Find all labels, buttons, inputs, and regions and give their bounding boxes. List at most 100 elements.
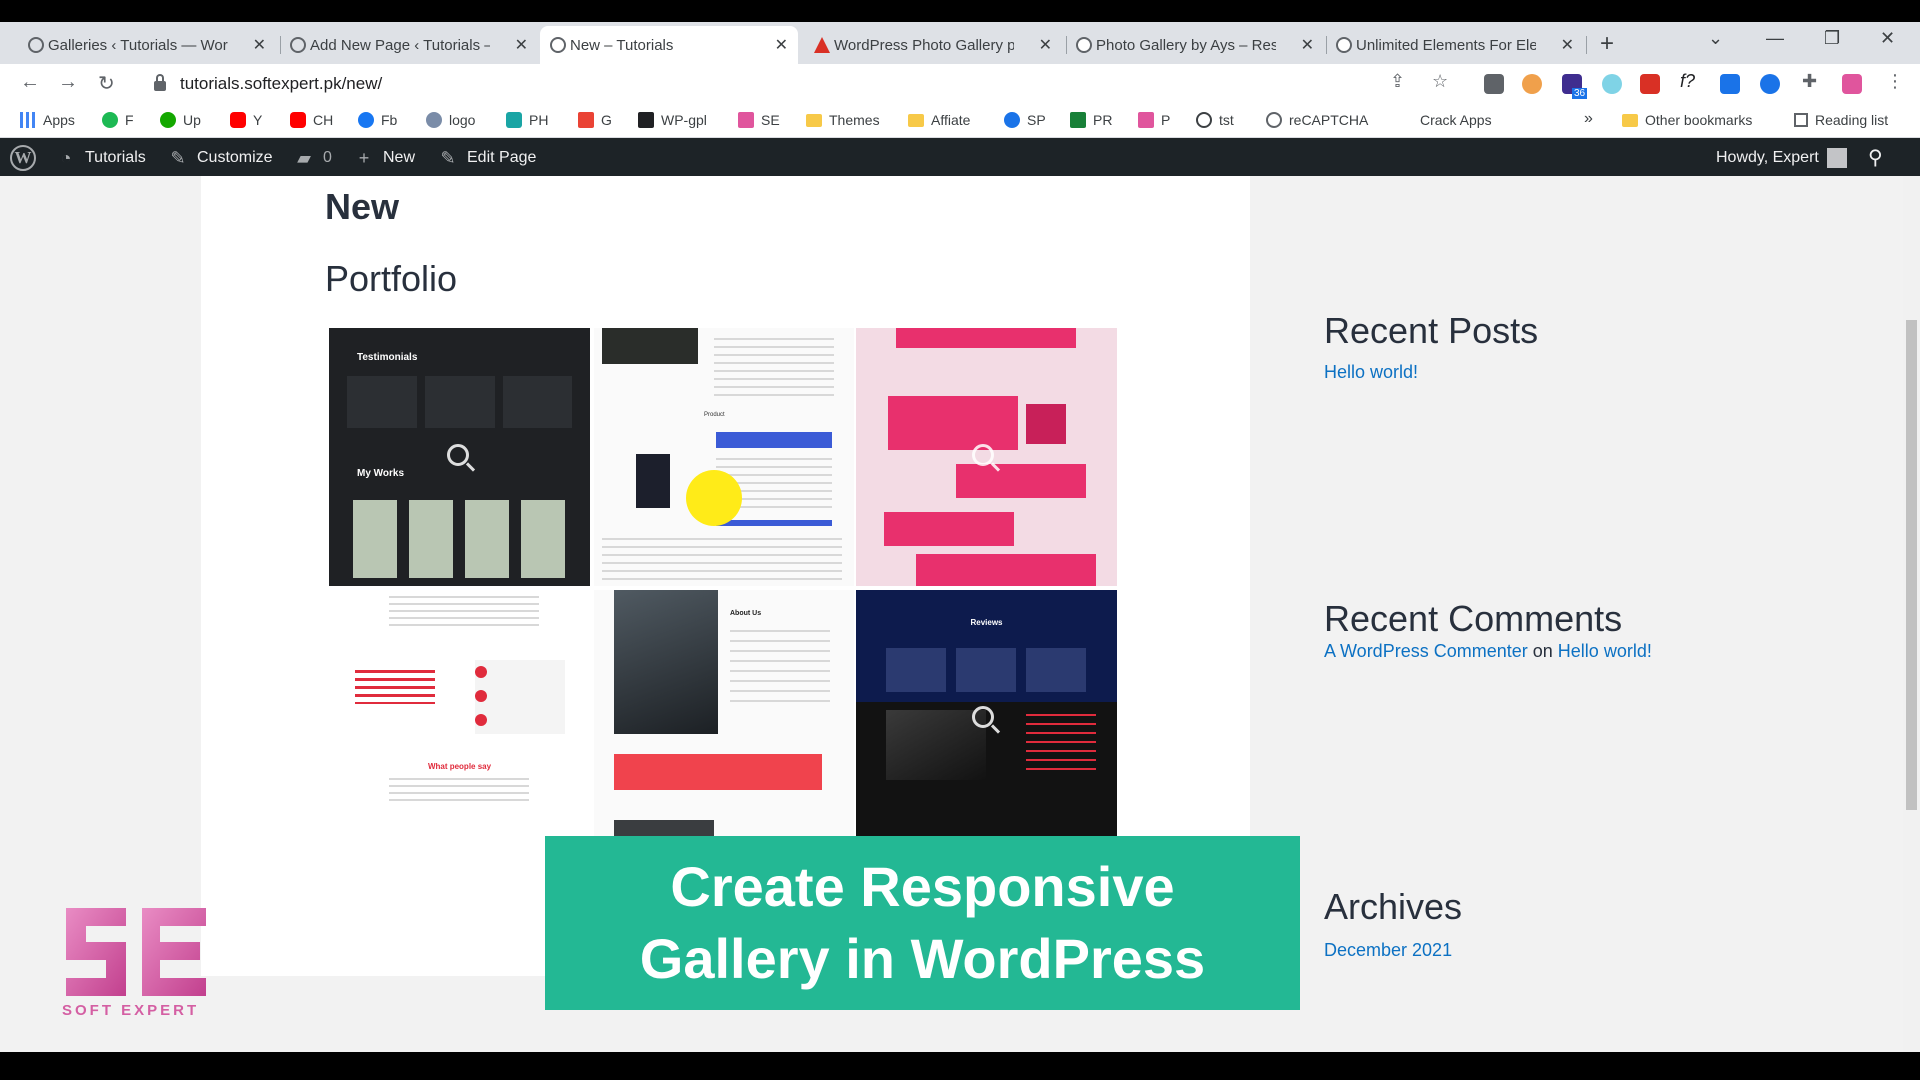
- window-close-icon[interactable]: ✕: [1880, 28, 1895, 49]
- bookmark-f[interactable]: F: [102, 112, 134, 128]
- scrollbar-thumb[interactable]: [1906, 320, 1917, 810]
- bookmark-tst[interactable]: tst: [1196, 112, 1234, 128]
- forward-icon[interactable]: →: [58, 71, 78, 94]
- lock-icon[interactable]: [154, 74, 166, 91]
- share-icon[interactable]: ⇪: [1390, 71, 1405, 92]
- bookmark-se[interactable]: SE: [738, 112, 780, 128]
- bookmark-up[interactable]: Up: [160, 112, 201, 128]
- tab-add-new-page[interactable]: Add New Page ‹ Tutorials — WordPress ✕: [280, 26, 538, 64]
- archives-title: Archives: [1324, 886, 1463, 927]
- gallery-image-3[interactable]: [856, 328, 1117, 586]
- url-text[interactable]: tutorials.softexpert.pk/new/: [180, 74, 382, 94]
- tab-galleries[interactable]: Galleries ‹ Tutorials — WordPress ✕: [18, 26, 276, 64]
- restore-icon[interactable]: ❐: [1824, 28, 1840, 49]
- archive-link[interactable]: December 2021: [1324, 940, 1452, 961]
- recent-post-link[interactable]: Hello world!: [1324, 362, 1418, 383]
- banner-line-2: Gallery in WordPress: [639, 927, 1206, 990]
- logo-favicon-icon: [426, 112, 442, 128]
- bookmark-label: Themes: [829, 112, 880, 128]
- adminbar-comments[interactable]: ▰ 0: [294, 148, 332, 168]
- extension-cyan-icon[interactable]: [1602, 74, 1622, 94]
- bookmark-affiate[interactable]: Affiate: [908, 112, 970, 128]
- address-bar[interactable]: tutorials.softexpert.pk/new/: [140, 69, 1420, 99]
- adminbar-customize[interactable]: ✎ Customize: [168, 148, 272, 168]
- reading-list[interactable]: Reading list: [1794, 112, 1888, 128]
- close-icon[interactable]: ✕: [1301, 35, 1314, 55]
- extension-shield-icon[interactable]: [1640, 74, 1660, 94]
- review-cards: [886, 648, 1086, 692]
- close-icon[interactable]: ✕: [1039, 35, 1052, 55]
- extension-pen-icon[interactable]: [1484, 74, 1504, 94]
- tab-title: Photo Gallery by Ays – Responsive: [1096, 36, 1276, 54]
- tab-photo-gallery-ays[interactable]: Photo Gallery by Ays – Responsive ✕: [1066, 26, 1324, 64]
- profile-se-icon[interactable]: [1842, 74, 1862, 94]
- bookmark-sp[interactable]: SP: [1004, 112, 1046, 128]
- pink-card: [888, 396, 1018, 450]
- close-icon[interactable]: ✕: [515, 35, 528, 55]
- bookmark-label: logo: [449, 112, 476, 128]
- tab-photo-gallery-plugin[interactable]: WordPress Photo Gallery plugin ✕: [804, 26, 1062, 64]
- globe-icon: [550, 37, 566, 53]
- bookmark-wp-gpl[interactable]: WP-gpl: [638, 112, 707, 128]
- other-bookmarks[interactable]: Other bookmarks: [1622, 112, 1752, 128]
- new-tab-button[interactable]: +: [1600, 30, 1614, 58]
- product-image: [1026, 404, 1066, 444]
- dashboard-icon: ◔: [60, 148, 72, 168]
- bookmark-label: reCAPTCHA: [1289, 112, 1369, 128]
- bookmark-logo[interactable]: logo: [426, 112, 475, 128]
- gallery-image-2[interactable]: Product: [594, 328, 854, 586]
- bookmark-crack-apps[interactable]: Crack Apps: [1420, 112, 1492, 128]
- tab-search-icon[interactable]: ⌄: [1708, 28, 1723, 49]
- se-favicon-icon: [738, 112, 754, 128]
- bookmark-themes[interactable]: Themes: [806, 112, 880, 128]
- apps-grid-icon: [20, 112, 36, 128]
- minimize-icon[interactable]: —: [1766, 28, 1784, 49]
- adminbar-my-account[interactable]: Howdy, Expert: [1716, 148, 1847, 168]
- bookmark-y[interactable]: Y: [230, 112, 262, 128]
- extension-badge-count: 36: [1572, 88, 1588, 99]
- bookmark-label: Y: [253, 112, 263, 128]
- red-dot: [475, 666, 487, 678]
- bookmark-recaptcha[interactable]: reCAPTCHA: [1266, 112, 1368, 128]
- wordpress-icon: [1336, 37, 1352, 53]
- zoom-icon: [972, 444, 994, 466]
- bookmark-star-icon[interactable]: ☆: [1432, 71, 1448, 92]
- bookmark-p[interactable]: P: [1138, 112, 1170, 128]
- extension-f-icon[interactable]: f?: [1680, 71, 1695, 92]
- extensions-puzzle-icon[interactable]: ✚: [1802, 71, 1817, 92]
- bookmark-label: tst: [1219, 112, 1234, 128]
- bookmarks-overflow-button[interactable]: »: [1584, 110, 1593, 128]
- reload-icon[interactable]: ↻: [98, 71, 115, 96]
- close-icon[interactable]: ✕: [1561, 35, 1574, 55]
- tab-new-tutorials[interactable]: New – Tutorials ✕: [540, 26, 798, 64]
- gallery-image-5[interactable]: About Us: [594, 590, 854, 848]
- bookmark-pr[interactable]: PR: [1070, 112, 1112, 128]
- comment-author-link[interactable]: A WordPress Commenter: [1324, 641, 1528, 661]
- comment-post-link[interactable]: Hello world!: [1558, 641, 1652, 661]
- gallery-image-6[interactable]: Reviews: [856, 590, 1117, 836]
- wordpress-logo-icon[interactable]: W: [10, 145, 36, 171]
- adminbar-edit-page[interactable]: ✎ Edit Page: [438, 148, 536, 168]
- adminbar-label: Tutorials: [85, 149, 146, 166]
- menu-dots-icon[interactable]: ⋮: [1886, 71, 1904, 92]
- adminbar-site-name[interactable]: ◔ Tutorials: [56, 148, 146, 168]
- adminbar-search-icon[interactable]: ⚲: [1868, 145, 1883, 170]
- close-icon[interactable]: ✕: [775, 35, 788, 55]
- adminbar-new[interactable]: + New: [354, 148, 415, 168]
- extension-orange-icon[interactable]: [1522, 74, 1542, 94]
- extension-blue-icon[interactable]: [1720, 74, 1740, 94]
- tab-unlimited-elements[interactable]: Unlimited Elements For Elementor ✕: [1326, 26, 1584, 64]
- bookmark-apps[interactable]: Apps: [20, 112, 75, 128]
- gallery-image-4[interactable]: What people say: [329, 590, 590, 848]
- extension-play-icon[interactable]: [1760, 74, 1780, 94]
- back-icon[interactable]: ←: [20, 71, 40, 94]
- bookmark-ch[interactable]: CH: [290, 112, 333, 128]
- bookmark-fb[interactable]: Fb: [358, 112, 397, 128]
- bookmark-label: Apps: [43, 112, 75, 128]
- bookmark-label: SP: [1027, 112, 1046, 128]
- bookmark-ph[interactable]: PH: [506, 112, 548, 128]
- close-icon[interactable]: ✕: [253, 35, 266, 55]
- gallery-image-1[interactable]: Testimonials My Works: [329, 328, 590, 586]
- bookmark-g[interactable]: G: [578, 112, 612, 128]
- tab-separator: [1586, 36, 1587, 54]
